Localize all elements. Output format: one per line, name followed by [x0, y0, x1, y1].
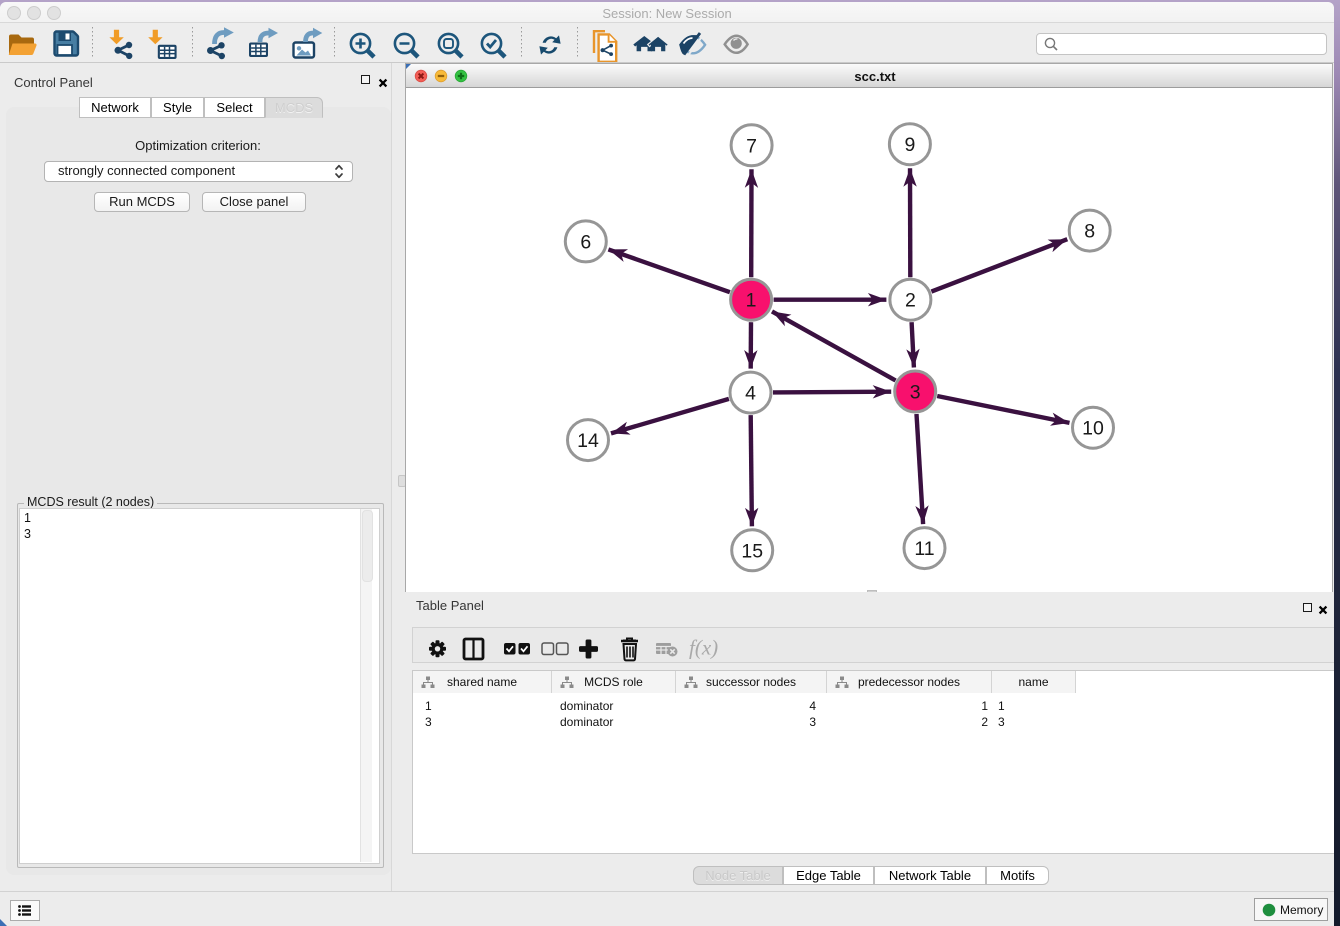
svg-text:1: 1 [746, 290, 757, 312]
svg-text:f(x): f(x) [689, 636, 718, 660]
svg-text:11: 11 [914, 538, 934, 560]
svg-text:10: 10 [1082, 418, 1104, 440]
svg-text:2: 2 [905, 290, 916, 312]
svg-text:15: 15 [741, 540, 763, 562]
svg-text:6: 6 [580, 231, 591, 253]
svg-text:7: 7 [746, 135, 757, 157]
svg-text:8: 8 [1084, 221, 1095, 243]
svg-text:14: 14 [577, 430, 599, 452]
svg-text:9: 9 [904, 134, 915, 156]
svg-text:3: 3 [910, 382, 921, 404]
svg-text:4: 4 [745, 383, 756, 405]
